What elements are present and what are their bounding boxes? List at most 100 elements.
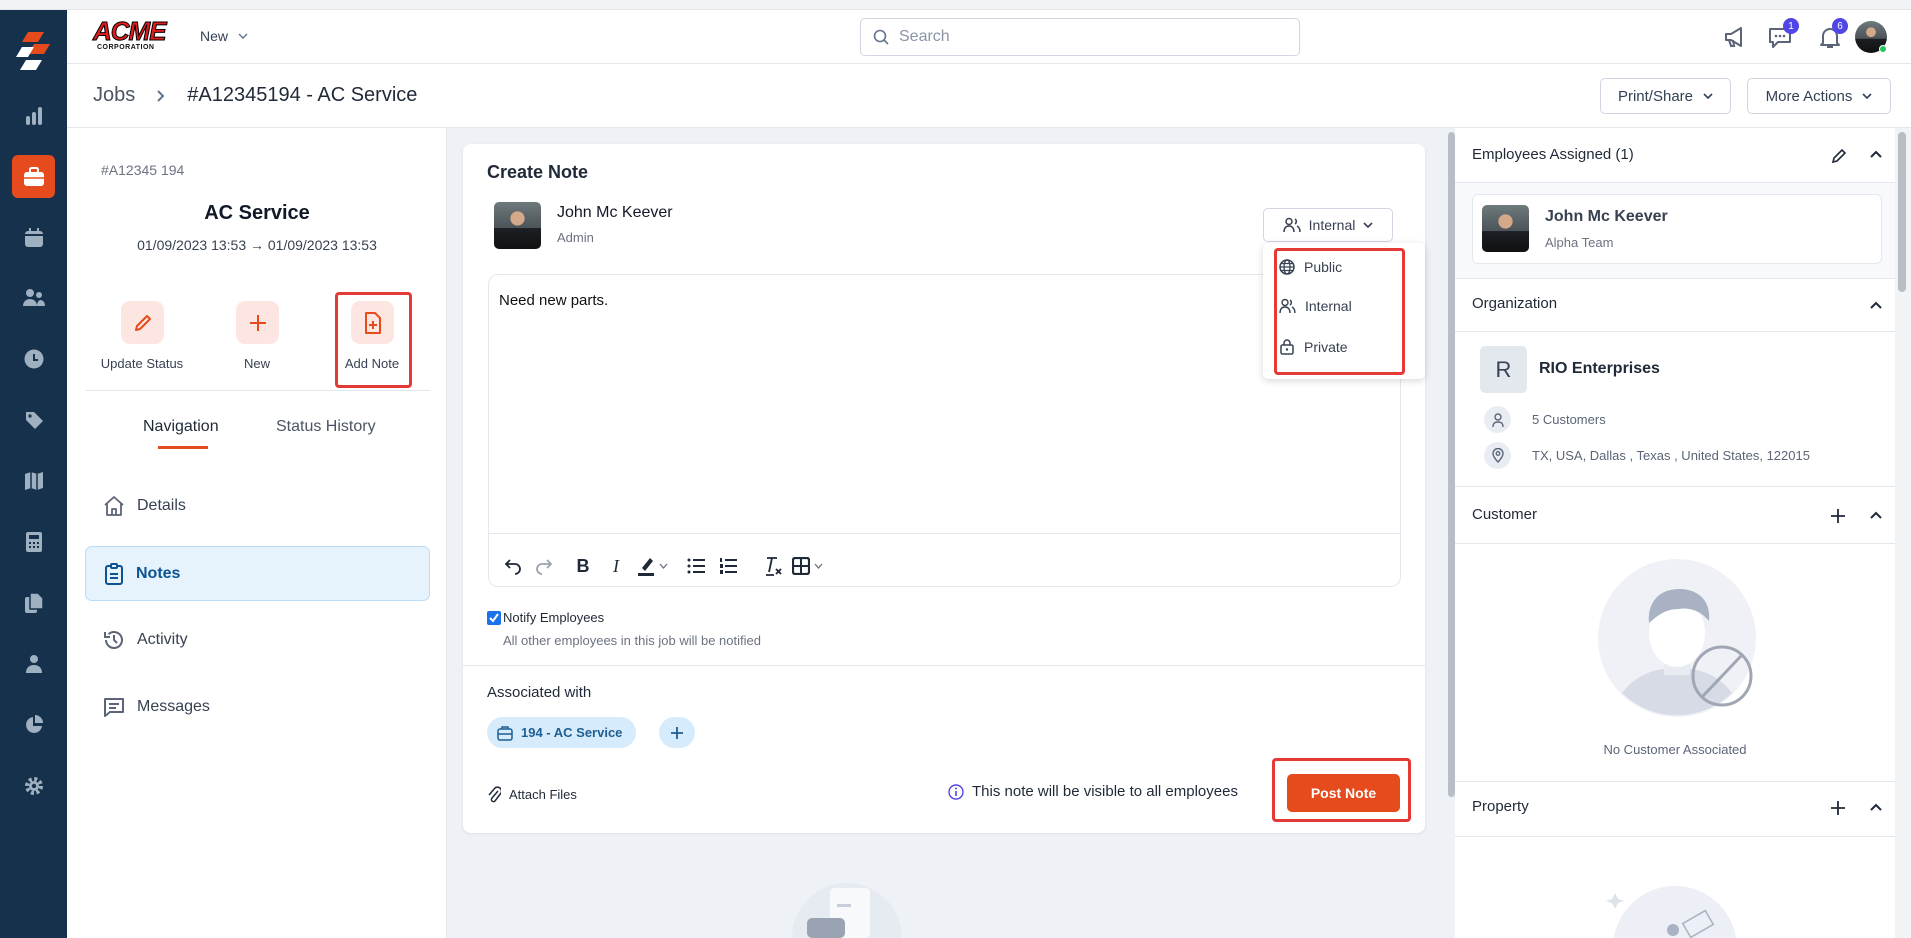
associated-job-chip[interactable]: 194 - AC Service	[487, 717, 637, 748]
info-icon	[948, 783, 964, 800]
map-icon	[24, 471, 43, 490]
redo-icon	[536, 559, 553, 575]
acme-logo[interactable]: ACME CORPORATION	[93, 18, 169, 58]
messages-button[interactable]: 1	[1767, 18, 1799, 52]
chip-label: 194 - AC Service	[521, 725, 623, 740]
logo-text: ACME	[93, 16, 168, 46]
new-button[interactable]	[236, 301, 279, 344]
italic-icon[interactable]: I	[604, 554, 628, 578]
add-property-button[interactable]	[1831, 801, 1845, 815]
page-title: #A12345194 - AC Service	[187, 84, 418, 106]
redo-button[interactable]	[532, 554, 556, 578]
org-name[interactable]: RIO Enterprises	[1539, 360, 1660, 378]
sidebar-analytics[interactable]	[12, 703, 55, 746]
highlight-button[interactable]	[637, 554, 677, 578]
update-status-button[interactable]	[121, 301, 164, 344]
chevron-down-icon	[1862, 93, 1872, 99]
nav-details[interactable]: Details	[85, 478, 430, 533]
collapse-employees-button[interactable]	[1870, 150, 1882, 158]
attach-files-label: Attach Files	[509, 786, 577, 802]
divider	[1455, 781, 1895, 782]
bullet-list-icon	[687, 558, 705, 574]
employee-avatar	[1482, 205, 1529, 252]
nav-activity[interactable]: Activity	[85, 612, 430, 667]
more-actions-button[interactable]: More Actions	[1747, 78, 1891, 114]
note-body[interactable]: Need new parts.	[499, 292, 608, 309]
sidebar-team[interactable]	[12, 276, 55, 319]
user-avatar[interactable]	[1855, 21, 1887, 53]
sidebar-time[interactable]	[12, 337, 55, 380]
sidebar-customers[interactable]	[12, 642, 55, 685]
sidebar-pricebook[interactable]	[12, 398, 55, 441]
job-dates: 01/09/2023 13:53 → 01/09/2023 13:53	[137, 237, 377, 253]
add-association-button[interactable]	[659, 717, 695, 748]
bold-icon[interactable]: B	[571, 554, 595, 578]
plus-icon	[671, 726, 683, 739]
sidebar-jobs[interactable]	[12, 155, 55, 198]
table-button[interactable]	[792, 554, 832, 578]
new-dropdown[interactable]: New	[200, 28, 248, 44]
no-customer-text: No Customer Associated	[1603, 742, 1747, 757]
undo-icon	[504, 559, 521, 575]
edit-employees-button[interactable]	[1831, 148, 1847, 164]
collapse-customer-button[interactable]	[1870, 511, 1882, 519]
search-input[interactable]: Search	[860, 18, 1300, 56]
tab-status-history[interactable]: Status History	[276, 418, 376, 436]
nav-notes[interactable]: Notes	[85, 546, 430, 601]
calculator-icon	[25, 531, 42, 552]
update-status-label: Update Status	[100, 356, 184, 371]
numbered-list-button[interactable]	[716, 554, 740, 578]
online-status-dot	[1879, 45, 1887, 53]
attach-files-button[interactable]: Attach Files	[487, 785, 577, 803]
employee-card[interactable]: John Mc Keever Alpha Team	[1472, 194, 1882, 264]
chevron-up-icon	[1870, 803, 1882, 811]
sidebar-reports[interactable]	[12, 94, 55, 137]
sidebar-documents[interactable]	[12, 581, 55, 624]
breadcrumb: Jobs #A12345194 - AC Service	[93, 84, 417, 107]
organization-title: Organization	[1472, 295, 1558, 312]
add-customer-button[interactable]	[1831, 509, 1845, 523]
divider	[1455, 331, 1895, 332]
clear-format-button[interactable]	[761, 554, 785, 578]
pencil-icon	[134, 314, 151, 331]
sidebar-calendar[interactable]	[12, 216, 55, 259]
employee-team: Alpha Team	[1545, 235, 1614, 250]
nav-messages[interactable]: Messages	[85, 679, 430, 734]
chevron-down-icon	[1703, 93, 1713, 99]
job-id: #A12345 194	[101, 162, 185, 178]
top-header: ACME CORPORATION New Search 1 6	[67, 10, 1911, 64]
pencil-icon	[1831, 148, 1847, 164]
property-title: Property	[1472, 798, 1529, 815]
undo-button[interactable]	[501, 554, 525, 578]
visibility-dropdown[interactable]: Internal	[1263, 208, 1393, 242]
visibility-info-text: This note will be visible to all employe…	[972, 783, 1238, 800]
author-avatar	[494, 202, 541, 249]
breadcrumb-jobs-link[interactable]: Jobs	[93, 84, 135, 107]
center-scrollbar[interactable]	[1448, 128, 1455, 938]
tab-navigation[interactable]: Navigation	[143, 418, 219, 436]
chevron-down-icon	[814, 563, 823, 569]
sidebar-estimates[interactable]	[12, 520, 55, 563]
search-icon	[873, 29, 889, 45]
user-icon	[25, 654, 42, 673]
bullet-list-button[interactable]	[684, 554, 708, 578]
no-customer-illustration	[1597, 558, 1767, 723]
org-customers[interactable]: 5 Customers	[1532, 412, 1606, 427]
chevron-right-icon	[157, 89, 165, 102]
print-share-button[interactable]: Print/Share	[1600, 78, 1731, 114]
home-icon	[104, 495, 124, 516]
announcements-button[interactable]	[1723, 24, 1749, 50]
sidebar-map[interactable]	[12, 459, 55, 502]
highlight-add-note	[335, 292, 412, 388]
notify-checkbox[interactable]	[487, 611, 501, 625]
briefcase-icon	[497, 725, 513, 741]
pie-chart-icon	[25, 714, 43, 733]
nav-activity-label: Activity	[137, 630, 188, 648]
new-label: New	[243, 356, 270, 371]
right-scrollbar[interactable]	[1895, 128, 1911, 938]
collapse-organization-button[interactable]	[1870, 301, 1882, 309]
clock-icon	[24, 349, 43, 368]
notifications-button[interactable]: 6	[1817, 18, 1848, 52]
sidebar-settings[interactable]	[12, 764, 55, 807]
collapse-property-button[interactable]	[1870, 803, 1882, 811]
